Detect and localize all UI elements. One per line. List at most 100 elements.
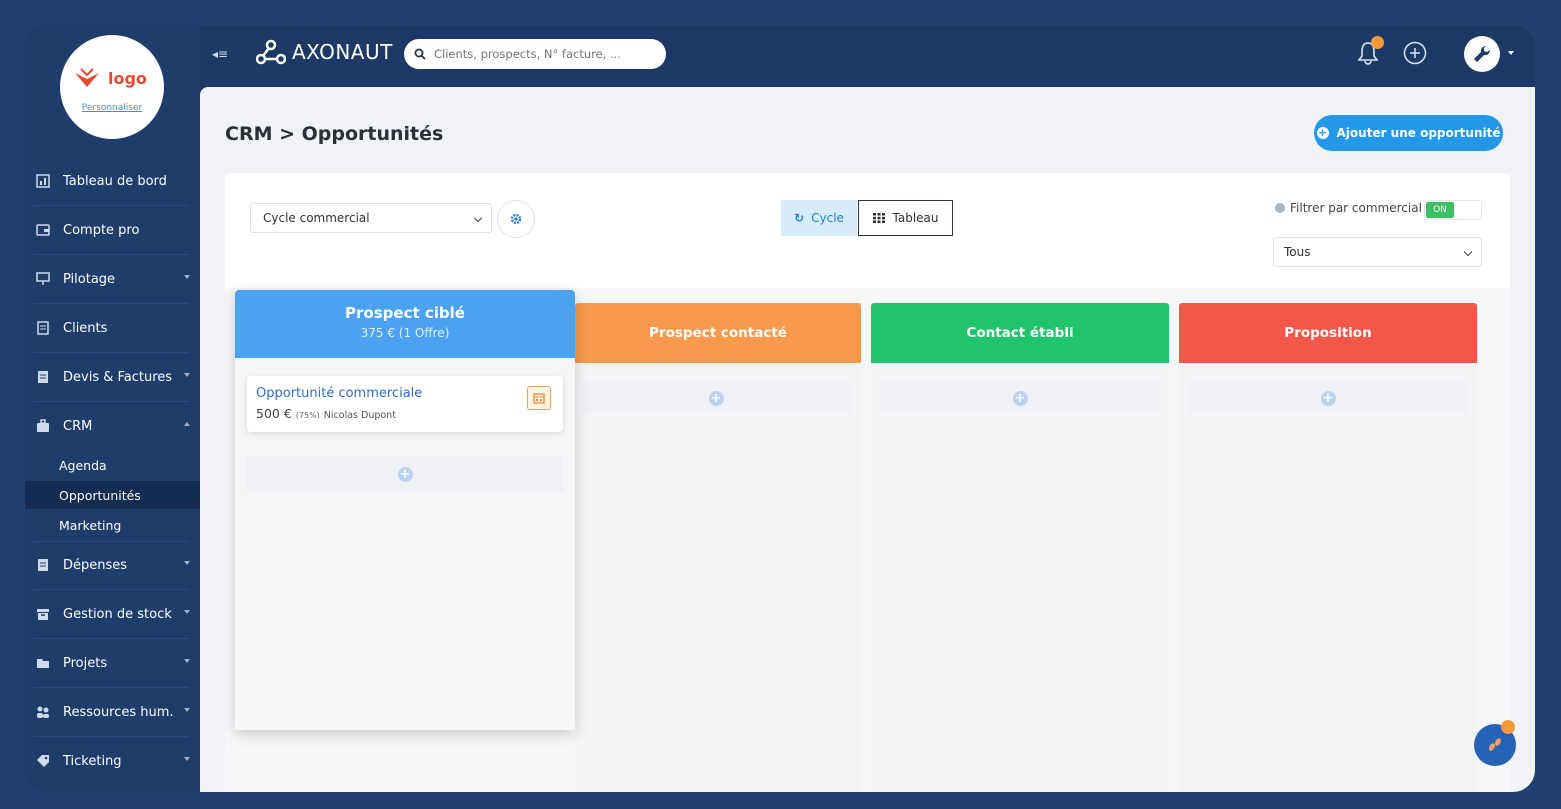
chevron-down-icon (473, 213, 483, 223)
add-card-button[interactable]: + (581, 382, 851, 414)
chevron-down-icon (184, 659, 190, 663)
chevron-down-icon (184, 708, 190, 712)
sidebar-item-label: Pilotage (63, 271, 116, 287)
sidebar-item-label: Compte pro (63, 222, 140, 238)
sidebar-item-clients[interactable]: Clients (25, 304, 200, 352)
archive-icon (35, 606, 51, 622)
sidebar-item-crm[interactable]: CRM (25, 402, 200, 450)
filter-by-salesperson: Filtrer par commercial (1275, 201, 1422, 215)
add-card-button[interactable]: + (247, 456, 563, 492)
filter-toggle[interactable]: ON (1424, 200, 1482, 220)
stage-column-prospect-cible[interactable]: Prospect ciblé 375 € (1 Offre) Opportuni… (235, 290, 575, 730)
opportunity-amount: 500 € (256, 406, 292, 421)
cycle-select[interactable]: Cycle commercial (250, 203, 492, 233)
receipt-icon (35, 557, 51, 573)
view-cycle-button[interactable]: ↻ Cycle (781, 200, 857, 236)
settings-menu-button[interactable] (1464, 36, 1500, 72)
wallet-icon (35, 222, 51, 238)
cycle-select-value: Cycle commercial (263, 211, 370, 225)
sidebar-item-pilotage[interactable]: Pilotage (25, 255, 200, 303)
stage-summary: 375 € (1 Offre) (360, 326, 450, 340)
cycle-settings-button[interactable] (497, 200, 535, 238)
plus-icon: + (1320, 390, 1336, 406)
tag-icon (35, 753, 51, 769)
add-circle-icon[interactable] (1403, 41, 1427, 65)
stage-column-proposition: Proposition + (1179, 303, 1477, 792)
briefcase-icon (35, 418, 51, 434)
refresh-icon: ↻ (794, 211, 805, 225)
salesperson-select-value: Tous (1284, 245, 1311, 259)
chart-icon (35, 173, 51, 189)
sidebar-subitem-label: Agenda (59, 457, 107, 473)
presentation-icon (35, 271, 51, 287)
chevron-down-icon (184, 373, 190, 377)
sidebar-item-label: Dépenses (63, 557, 128, 573)
contacts-icon (35, 320, 51, 336)
chevron-down-icon (184, 561, 190, 565)
company-logo[interactable]: logo Personnaliser (60, 35, 164, 139)
opportunity-owner: Nicolas Dupont (323, 410, 396, 421)
chevron-down-icon[interactable] (1508, 51, 1514, 55)
help-badge (1501, 720, 1515, 734)
salesperson-select[interactable]: Tous (1273, 237, 1482, 267)
sidebar: logo Personnaliser Tableau de bord Compt… (25, 25, 200, 792)
search-icon (414, 48, 426, 60)
stage-header: Proposition (1179, 303, 1477, 363)
view-cycle-label: Cycle (811, 211, 844, 225)
sidebar-item-stock[interactable]: Gestion de stock (25, 590, 200, 638)
global-search[interactable] (404, 39, 666, 69)
add-opportunity-label: Ajouter une opportunité (1336, 126, 1501, 140)
stage-header: Prospect contacté (575, 303, 861, 363)
topbar: ◂≡ AXONAUT (200, 25, 1535, 87)
opportunity-details: 500 € (75%) Nicolas Dupont (256, 406, 396, 421)
gear-icon (510, 213, 522, 225)
opportunity-title[interactable]: Opportunité commerciale (256, 386, 422, 401)
notification-badge (1371, 36, 1384, 49)
add-card-button[interactable]: + (881, 382, 1159, 414)
sidebar-item-label: Gestion de stock (63, 606, 172, 622)
stage-column-prospect-contacte: Prospect contacté + (575, 303, 861, 792)
sidebar-item-dashboard[interactable]: Tableau de bord (25, 157, 200, 205)
sidebar-item-compte-pro[interactable]: Compte pro (25, 206, 200, 254)
sidebar-subitem-marketing[interactable]: Marketing (25, 511, 200, 539)
calendar-icon[interactable] (527, 386, 551, 410)
sidebar-subitem-agenda[interactable]: Agenda (25, 451, 200, 479)
brand[interactable]: AXONAUT (256, 39, 393, 65)
sidebar-item-depenses[interactable]: Dépenses (25, 541, 200, 589)
plus-icon: + (397, 466, 413, 482)
chevron-up-icon (184, 422, 190, 426)
sidebar-item-devis-factures[interactable]: Devis & Factures (25, 353, 200, 401)
users-icon (35, 704, 51, 720)
chevron-down-icon (184, 610, 190, 614)
toggle-state: ON (1426, 202, 1454, 218)
collapse-sidebar-icon[interactable]: ◂≡ (212, 47, 228, 61)
sidebar-subitem-label: Marketing (59, 517, 122, 533)
view-table-button[interactable]: Tableau (858, 200, 953, 236)
invoice-icon (35, 369, 51, 385)
stage-title: Prospect ciblé (345, 304, 465, 322)
sidebar-item-label: Ticketing (63, 753, 122, 769)
axonaut-logo-icon (256, 39, 286, 65)
stage-header: Contact établi (871, 303, 1169, 363)
wrench-icon (1474, 45, 1491, 62)
sidebar-item-label: CRM (63, 418, 93, 434)
sidebar-item-rh[interactable]: Ressources hum. (25, 688, 200, 736)
info-icon (1275, 203, 1285, 213)
stage-column-contact-etabli: Contact établi + (871, 303, 1169, 792)
sidebar-item-projets[interactable]: Projets (25, 639, 200, 687)
chevron-down-icon (184, 757, 190, 761)
sidebar-item-label: Devis & Factures (63, 369, 173, 385)
logo-text: logo (108, 69, 147, 88)
customize-logo-link[interactable]: Personnaliser (60, 103, 164, 113)
stage-header: Prospect ciblé 375 € (1 Offre) (235, 290, 575, 358)
sidebar-item-label: Clients (63, 320, 108, 336)
add-card-button[interactable]: + (1189, 382, 1467, 414)
sidebar-item-label: Tableau de bord (63, 173, 167, 189)
search-input[interactable] (434, 47, 654, 61)
brand-name: AXONAUT (292, 40, 393, 64)
add-opportunity-button[interactable]: + Ajouter une opportunité (1314, 115, 1503, 151)
plus-icon: + (708, 390, 724, 406)
sidebar-item-ticketing[interactable]: Ticketing (25, 737, 200, 785)
opportunity-card[interactable]: Opportunité commerciale 500 € (75%) Nico… (247, 376, 563, 432)
sidebar-subitem-opportunites[interactable]: Opportunités (25, 481, 200, 509)
